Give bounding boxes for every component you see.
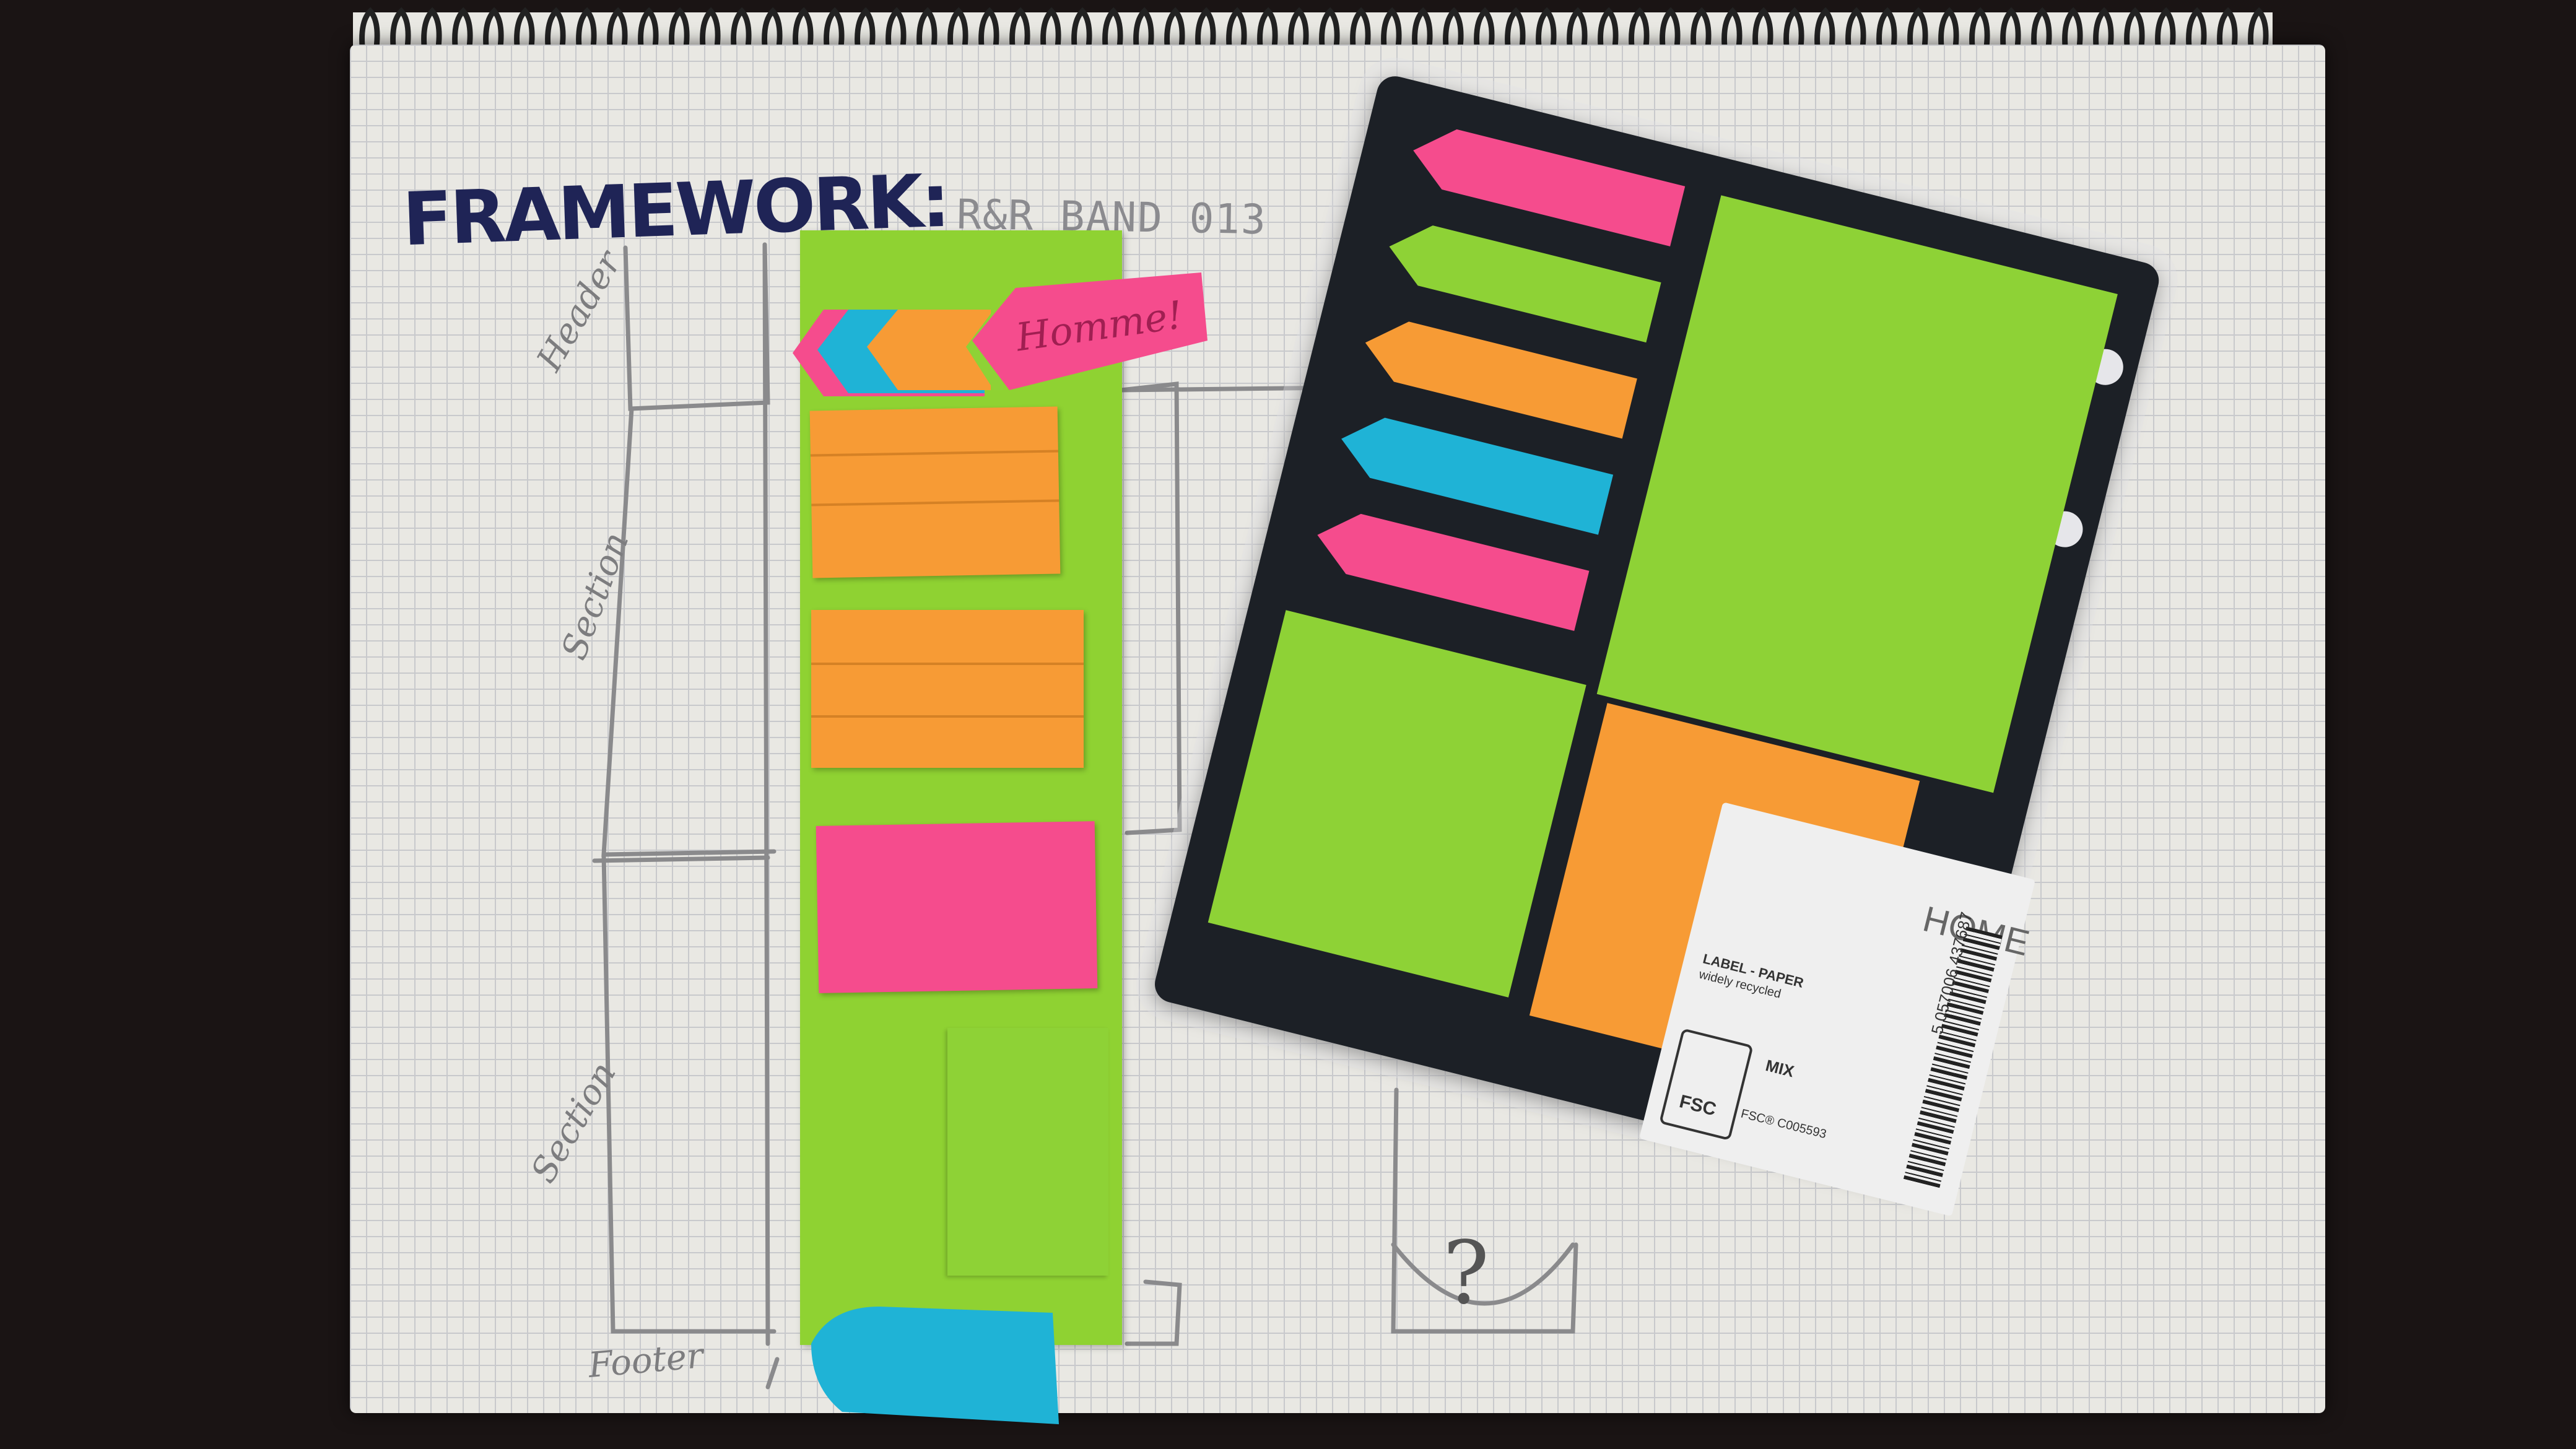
- pink-note: [816, 821, 1098, 993]
- photo-scene: FRAMEWORK: R&R BAND 013 Header Section S…: [0, 0, 2576, 1449]
- fsc-logo: FSC: [1659, 1028, 1754, 1141]
- fsc-code: FSC® C005593: [1739, 1107, 1828, 1142]
- fsc-mark: FSC: [1677, 1091, 1718, 1120]
- fsc-mix: MIX: [1764, 1056, 1796, 1081]
- orange-note-2: [811, 610, 1084, 768]
- orange-note-1: [809, 406, 1061, 578]
- question-mark-sketch: ?: [1443, 1223, 1490, 1324]
- green-note: [947, 1028, 1108, 1276]
- blue-flag-bottom: [811, 1307, 1059, 1424]
